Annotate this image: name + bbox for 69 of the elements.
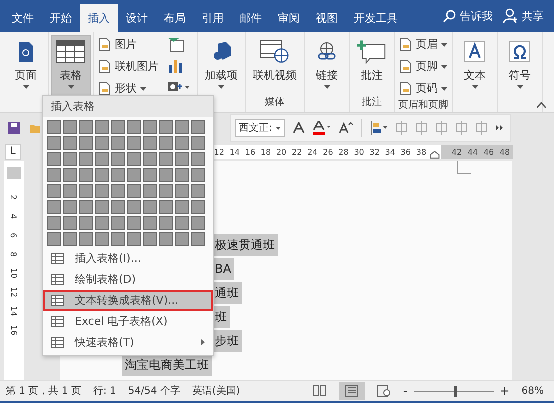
- ribbon-button[interactable]: 页码: [397, 79, 450, 98]
- ribbon-button[interactable]: 页面: [6, 35, 46, 96]
- menu-item[interactable]: Excel 电子表格(X): [43, 311, 213, 332]
- ruler-number: 4: [10, 214, 18, 220]
- ruler-number: 8: [10, 252, 18, 258]
- ribbon-button[interactable]: 批注: [352, 35, 392, 96]
- ruler-number: 26: [322, 148, 334, 156]
- tab-selector[interactable]: L: [5, 144, 21, 160]
- word-count: 54/54 个字: [128, 384, 180, 398]
- page-count: 第 1 页，共 1 页: [6, 384, 82, 398]
- ribbon-button[interactable]: 加载项: [200, 35, 243, 96]
- ruler-number: 20: [275, 148, 288, 156]
- ruler-number: 6: [10, 232, 18, 238]
- ribbon-button[interactable]: 图片: [96, 35, 161, 54]
- ruler-number: 16: [244, 148, 257, 156]
- ribbon-button[interactable]: 联机图片: [96, 57, 161, 76]
- language[interactable]: 英语(美国): [192, 384, 240, 398]
- menu-item[interactable]: 快速表格(T): [43, 332, 213, 353]
- ribbon-tab[interactable]: 开始: [42, 4, 80, 32]
- menu-item[interactable]: 绘制表格(D): [43, 269, 213, 290]
- ribbon-button[interactable]: 页眉: [397, 35, 450, 54]
- group-label: 批注: [361, 96, 383, 110]
- ribbon-tab[interactable]: 布局: [156, 4, 194, 32]
- ruler-number: 34: [384, 148, 396, 156]
- ruler-number: 18: [260, 148, 272, 156]
- ribbon-tab[interactable]: 插入: [80, 4, 118, 32]
- ruler-number: 44: [466, 148, 480, 156]
- ruler-number: 12: [213, 148, 226, 156]
- ruler-number: 32: [368, 148, 381, 156]
- ruler-number: 46: [482, 148, 496, 156]
- ribbon-button[interactable]: 符号: [500, 35, 540, 96]
- ribbon-tab[interactable]: 视图: [308, 4, 346, 32]
- ruler-number: 48: [498, 148, 512, 156]
- ruler-number: 10: [10, 268, 18, 279]
- zoom-level[interactable]: 68%: [522, 386, 544, 396]
- tell-me-button[interactable]: 告诉我: [460, 8, 493, 24]
- ruler-number: 14: [10, 306, 18, 317]
- group-label: 页眉和页脚: [398, 99, 450, 113]
- line-number: 行: 1: [93, 385, 116, 398]
- ribbon-button[interactable]: 联机视频: [248, 35, 302, 96]
- zoom-in-button[interactable]: +: [500, 384, 510, 398]
- ruler-number: 30: [353, 148, 366, 156]
- ribbon-tab[interactable]: 文件: [4, 4, 42, 32]
- ribbon-tab[interactable]: 设计: [118, 4, 156, 32]
- share-button[interactable]: 共享: [522, 8, 544, 24]
- ribbon-button[interactable]: 文本: [455, 35, 495, 96]
- menu-title: 插入表格: [43, 96, 213, 117]
- group-label: 媒体: [264, 96, 286, 110]
- ruler-number: 38: [415, 148, 428, 156]
- ribbon-button[interactable]: 页脚: [397, 57, 450, 76]
- ruler-number: 16: [10, 325, 18, 336]
- ruler-number: 22: [291, 148, 304, 156]
- menu-item[interactable]: 文本转换成表格(V)...: [43, 290, 213, 311]
- ribbon-button[interactable]: 链接: [307, 35, 347, 96]
- ribbon-tab[interactable]: 审阅: [270, 4, 308, 32]
- menu-item[interactable]: 插入表格(I)...: [43, 248, 213, 269]
- ruler-number: 42: [450, 148, 464, 156]
- ribbon-tab[interactable]: 邮件: [232, 4, 270, 32]
- ribbon-tab[interactable]: 开发工具: [346, 4, 406, 32]
- ruler-number: 2: [10, 194, 18, 200]
- ruler-number: 28: [338, 148, 350, 156]
- ribbon-button[interactable]: 表格: [51, 35, 91, 96]
- font-field[interactable]: 西文正:: [235, 119, 286, 137]
- ribbon-tab[interactable]: 引用: [194, 4, 232, 32]
- zoom-out-button[interactable]: -: [403, 384, 408, 398]
- ruler-number: 36: [400, 148, 412, 156]
- ruler-number: 12: [10, 287, 18, 298]
- ruler-number: 14: [228, 148, 242, 156]
- ruler-number: 24: [306, 148, 319, 156]
